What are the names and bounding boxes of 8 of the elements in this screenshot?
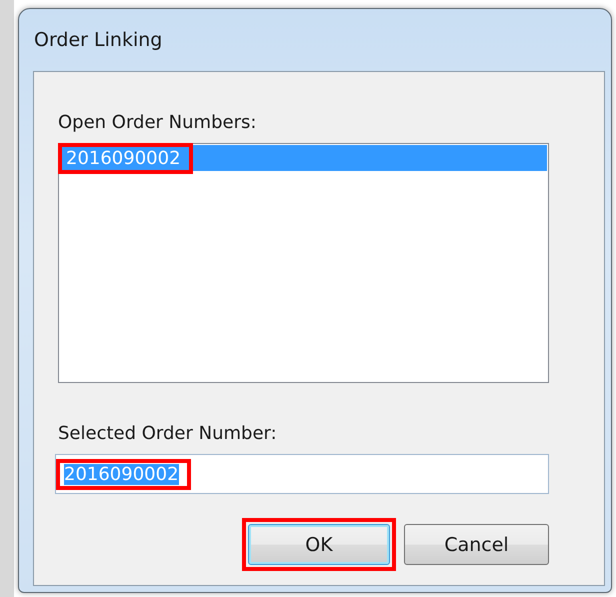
order-list[interactable]: 2016090002 xyxy=(58,143,549,383)
list-label: Open Order Numbers: xyxy=(58,112,258,133)
cancel-button[interactable]: Cancel xyxy=(404,524,549,565)
window-title: Order Linking xyxy=(33,28,164,53)
list-item[interactable]: 2016090002 xyxy=(60,145,547,171)
input-field[interactable]: 2016090002 xyxy=(55,454,549,494)
ok-button[interactable]: OK xyxy=(248,524,390,565)
field-label: Selected Order Number: xyxy=(58,423,278,444)
